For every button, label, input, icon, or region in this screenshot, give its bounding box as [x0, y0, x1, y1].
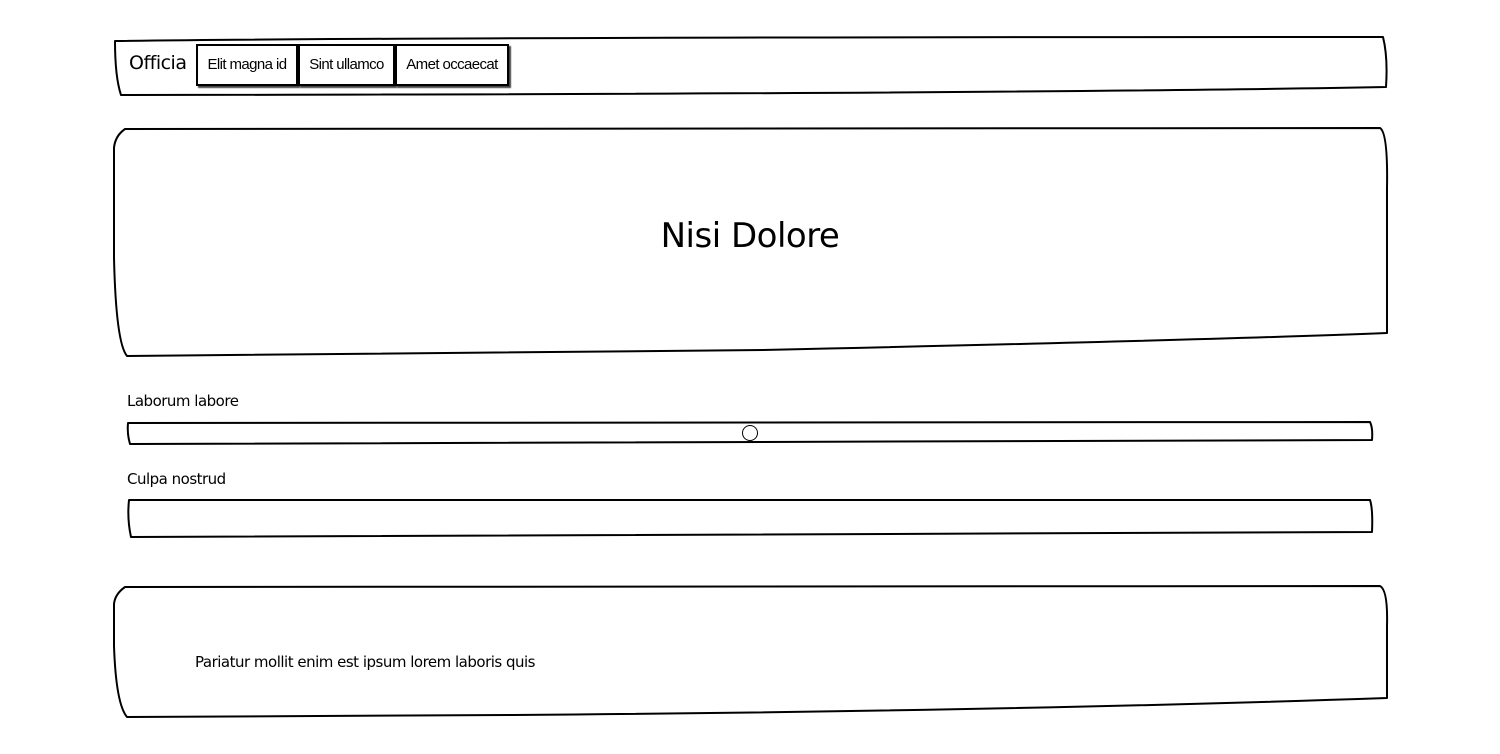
nav-link-3[interactable]: Amet occaecat	[395, 44, 509, 86]
range-slider[interactable]	[126, 421, 1374, 445]
text-input[interactable]	[127, 498, 1374, 538]
brand-logo-text[interactable]: Officia	[129, 52, 187, 74]
hero-section: Nisi Dolore	[113, 126, 1389, 357]
slider-thumb[interactable]	[742, 425, 758, 441]
nav-link-1[interactable]: Elit magna id	[196, 44, 298, 86]
text-input-frame	[127, 498, 1374, 538]
text-field-label: Culpa nostrud	[127, 470, 226, 488]
footer-text: Pariatur mollit enim est ipsum lorem lab…	[195, 653, 536, 671]
navbar: Officia Elit magna id Sint ullamco Amet …	[113, 36, 1388, 96]
nav-link-2[interactable]: Sint ullamco	[298, 44, 395, 86]
footer-card-frame	[113, 585, 1389, 718]
hero-title: Nisi Dolore	[660, 216, 840, 256]
slider-label: Laborum labore	[127, 392, 239, 410]
footer-card: Pariatur mollit enim est ipsum lorem lab…	[113, 585, 1389, 718]
